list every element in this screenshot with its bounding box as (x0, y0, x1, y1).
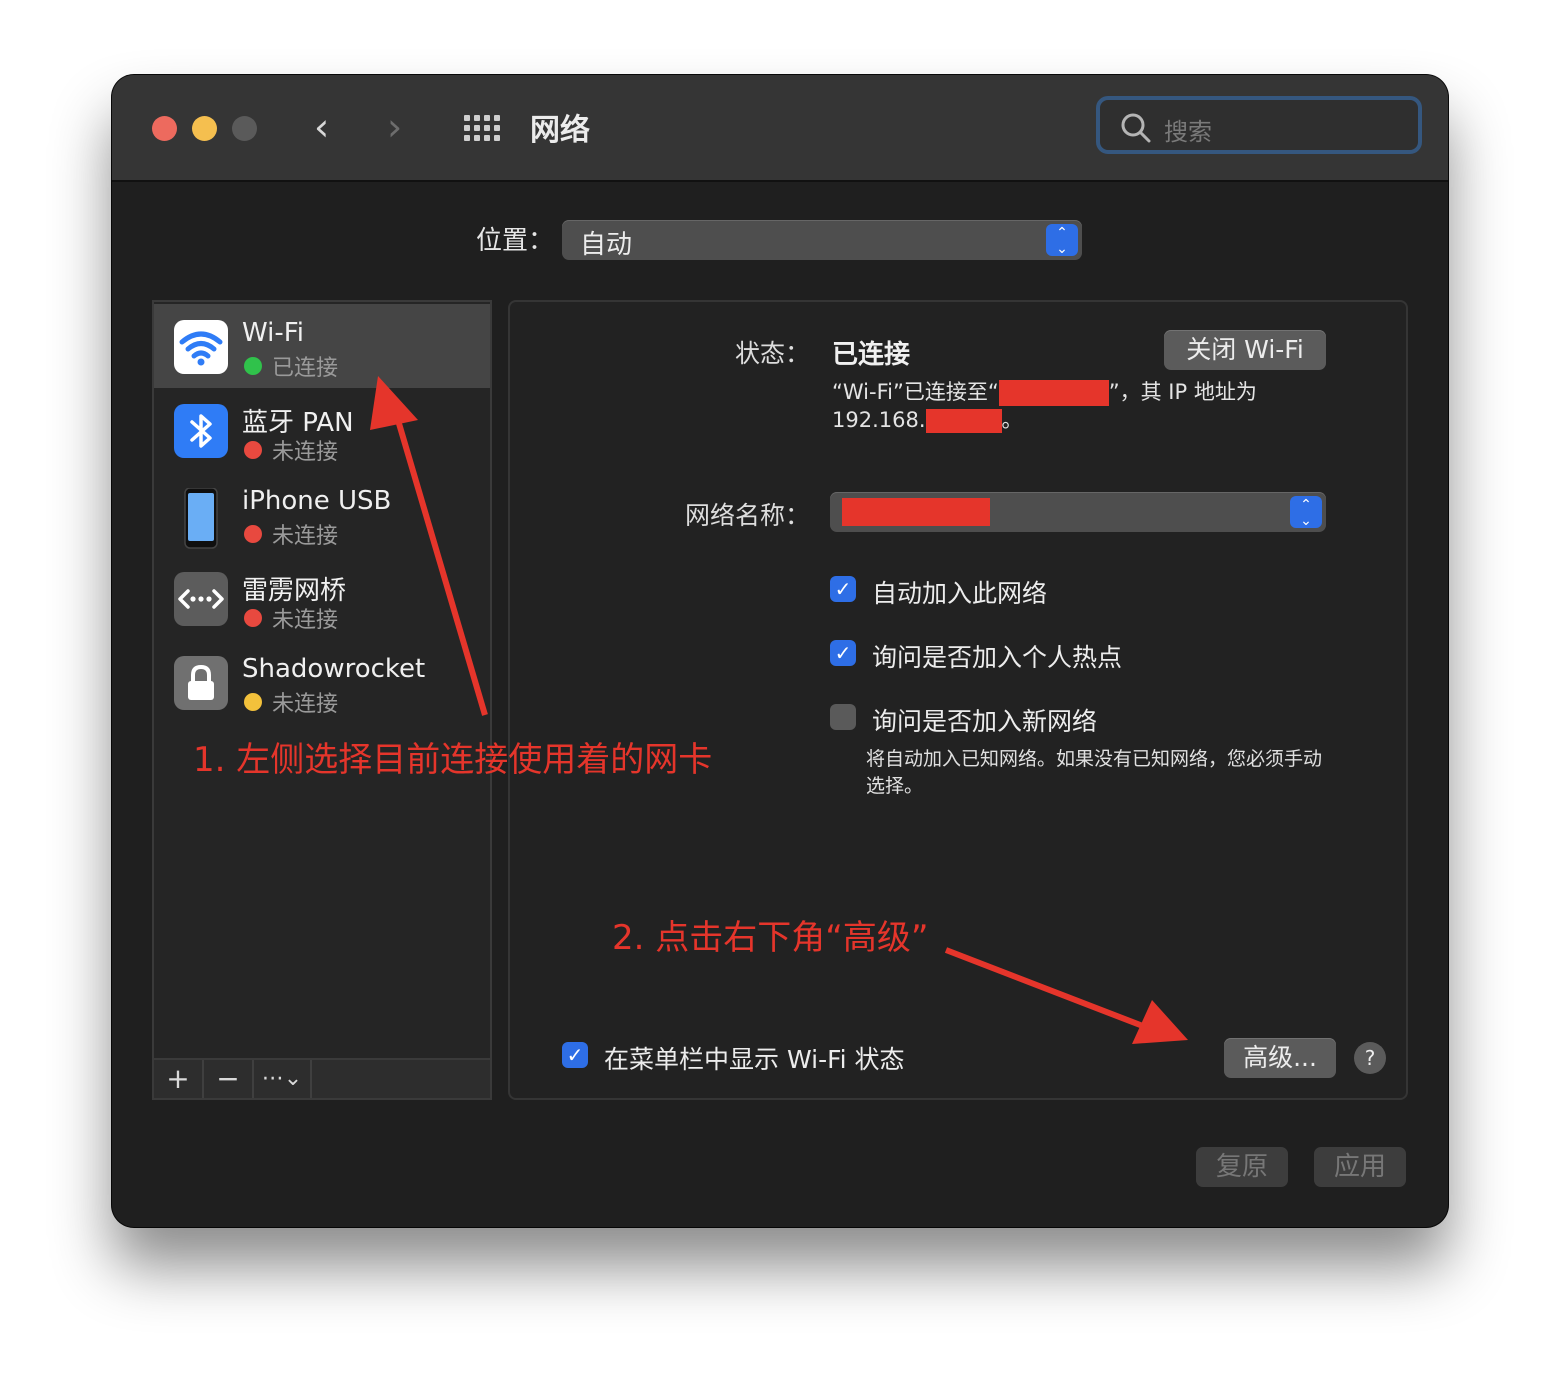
annotation-arrow-1 (392, 409, 488, 716)
annotation-step-2: 2. 点击右下角“高级” (612, 918, 929, 958)
annotation-arrow-2 (944, 947, 1150, 1031)
annotation-arrows (370, 376, 1188, 1044)
annotation-step-1: 1. 左侧选择目前连接使用着的网卡 (193, 740, 713, 780)
arrowhead-icon (370, 376, 418, 430)
